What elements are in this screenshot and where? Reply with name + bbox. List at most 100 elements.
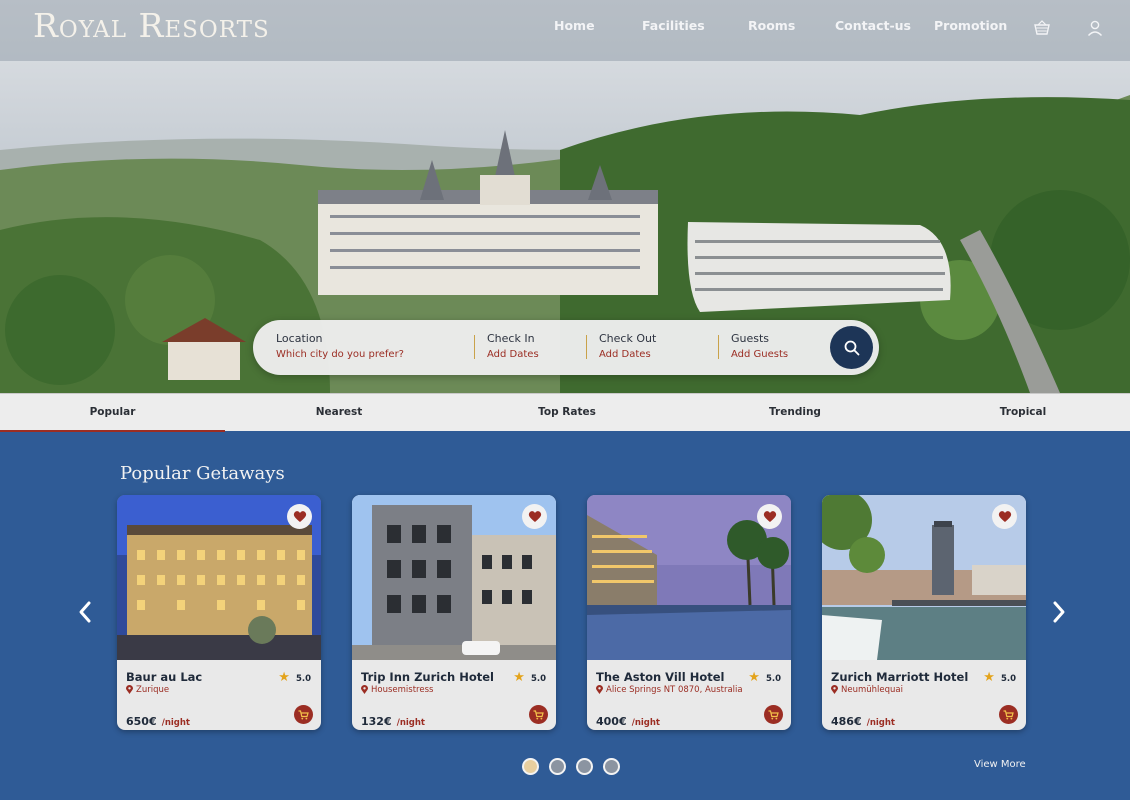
add-to-cart-button[interactable] — [294, 705, 313, 724]
rating: ★ 5.0 — [278, 670, 311, 685]
rating-value: 5.0 — [765, 674, 781, 684]
price-unit: /night — [396, 718, 425, 728]
hotel-name: Trip Inn Zurich Hotel — [361, 670, 494, 684]
hotel-location: Neumühlequai — [831, 685, 903, 695]
cart-icon — [768, 709, 779, 719]
location-pin-icon — [361, 685, 368, 694]
location-text: Neumühlequai — [841, 685, 903, 695]
carousel-dot-2[interactable] — [549, 758, 566, 775]
location-text: Zurique — [136, 685, 170, 695]
add-to-cart-button[interactable] — [529, 705, 548, 724]
guests-input[interactable]: Add Guests — [731, 349, 788, 360]
price-unit: /night — [866, 718, 895, 728]
check-in-input[interactable]: Add Dates — [487, 349, 539, 360]
location-text: Alice Springs NT 0870, Australia — [606, 685, 743, 695]
tab-trending[interactable]: Trending — [682, 394, 908, 432]
nav-promotion[interactable]: Promotion — [934, 18, 1007, 33]
add-to-cart-button[interactable] — [764, 705, 783, 724]
rating-value: 5.0 — [295, 674, 311, 684]
check-out-input[interactable]: Add Dates — [599, 349, 656, 360]
tab-nearest[interactable]: Nearest — [226, 394, 452, 432]
carousel-dot-3[interactable] — [576, 758, 593, 775]
basket-icon[interactable] — [1033, 19, 1051, 37]
hotel-card[interactable]: The Aston Vill Hotel ★ 5.0 Alice Springs … — [587, 495, 791, 730]
heart-icon — [293, 511, 306, 522]
price-amount: 486€ — [831, 715, 862, 728]
hotel-card[interactable]: Trip Inn Zurich Hotel ★ 5.0 Housemistress… — [352, 495, 556, 730]
price-amount: 400€ — [596, 715, 627, 728]
star-icon: ★ — [748, 670, 760, 685]
nav-rooms[interactable]: Rooms — [748, 18, 795, 33]
divider — [718, 335, 719, 359]
location-pin-icon — [126, 685, 133, 694]
location-field[interactable]: Location Which city do you prefer? — [276, 332, 404, 360]
hotel-location: Zurique — [126, 685, 169, 695]
rating-value: 5.0 — [530, 674, 546, 684]
cart-icon — [298, 709, 309, 719]
heart-icon — [763, 511, 776, 522]
favorite-button[interactable] — [992, 504, 1017, 529]
check-out-field[interactable]: Check Out Add Dates — [599, 332, 656, 360]
rating-value: 5.0 — [1000, 674, 1016, 684]
check-in-field[interactable]: Check In Add Dates — [487, 332, 539, 360]
favorite-button[interactable] — [522, 504, 547, 529]
rating: ★ 5.0 — [748, 670, 781, 685]
price: 132€ /night — [361, 710, 425, 729]
price: 650€ /night — [126, 710, 190, 729]
carousel-dot-4[interactable] — [603, 758, 620, 775]
category-tabs: Popular Nearest Top Rates Trending Tropi… — [0, 393, 1130, 432]
star-icon: ★ — [278, 670, 290, 685]
hotel-card[interactable]: Baur au Lac ★ 5.0 Zurique 650€ /night — [117, 495, 321, 730]
chevron-left-icon[interactable] — [76, 600, 94, 624]
hotel-name: Zurich Marriott Hotel — [831, 670, 969, 684]
tab-top-rates[interactable]: Top Rates — [452, 394, 682, 432]
hotel-location: Housemistress — [361, 685, 433, 695]
favorite-button[interactable] — [757, 504, 782, 529]
nav-home[interactable]: Home — [554, 18, 595, 33]
search-button[interactable] — [830, 326, 873, 369]
search-bar: Location Which city do you prefer? Check… — [253, 320, 879, 375]
hotel-name: The Aston Vill Hotel — [596, 670, 725, 684]
hotel-name: Baur au Lac — [126, 670, 203, 684]
tab-tropical[interactable]: Tropical — [908, 394, 1130, 432]
hotel-location: Alice Springs NT 0870, Australia — [596, 685, 743, 695]
divider — [586, 335, 587, 359]
price-amount: 132€ — [361, 715, 392, 728]
price-unit: /night — [161, 718, 190, 728]
add-to-cart-button[interactable] — [999, 705, 1018, 724]
location-text: Housemistress — [371, 685, 434, 695]
section-title: Popular Getaways — [120, 463, 285, 484]
rating: ★ 5.0 — [513, 670, 546, 685]
cart-icon — [1003, 709, 1014, 719]
tab-popular[interactable]: Popular — [0, 394, 225, 432]
location-label: Location — [276, 332, 323, 345]
favorite-button[interactable] — [287, 504, 312, 529]
location-pin-icon — [596, 685, 603, 694]
location-pin-icon — [831, 685, 838, 694]
search-icon — [844, 340, 859, 355]
check-out-label: Check Out — [599, 332, 657, 345]
hero-banner: Royal Resorts Home Facilities Rooms Cont… — [0, 0, 1130, 393]
user-icon[interactable] — [1086, 19, 1104, 37]
star-icon: ★ — [513, 670, 525, 685]
price-unit: /night — [631, 718, 660, 728]
divider — [474, 335, 475, 359]
check-in-label: Check In — [487, 332, 535, 345]
cart-icon — [533, 709, 544, 719]
location-input[interactable]: Which city do you prefer? — [276, 349, 404, 360]
view-more-link[interactable]: View More — [974, 759, 1026, 770]
price-amount: 650€ — [126, 715, 157, 728]
chevron-right-icon[interactable] — [1050, 600, 1068, 624]
price: 400€ /night — [596, 710, 660, 729]
nav-facilities[interactable]: Facilities — [642, 18, 705, 33]
rating: ★ 5.0 — [983, 670, 1016, 685]
hotel-card[interactable]: Zurich Marriott Hotel ★ 5.0 Neumühlequai … — [822, 495, 1026, 730]
guests-field[interactable]: Guests Add Guests — [731, 332, 788, 360]
top-navigation-bar: Royal Resorts Home Facilities Rooms Cont… — [0, 0, 1130, 61]
brand-logo[interactable]: Royal Resorts — [33, 6, 270, 45]
star-icon: ★ — [983, 670, 995, 685]
carousel-dot-1[interactable] — [522, 758, 539, 775]
heart-icon — [528, 511, 541, 522]
nav-contact-us[interactable]: Contact-us — [835, 18, 911, 33]
heart-icon — [998, 511, 1011, 522]
